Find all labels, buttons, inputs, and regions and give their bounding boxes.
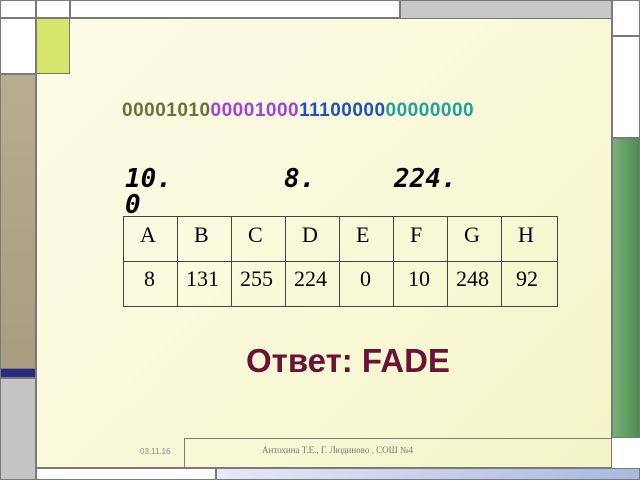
number-h: 92 (516, 266, 538, 291)
frame-green-block (36, 18, 70, 74)
table-cell: 92 (501, 261, 558, 307)
decimal-octet-3: 224. (394, 164, 457, 194)
letter-f: F (410, 222, 423, 247)
table-cell: 255 (231, 261, 286, 307)
table-cell: 224 (285, 261, 340, 307)
answer-text: Ответ: FADE (246, 342, 450, 379)
number-e: 0 (360, 266, 371, 291)
number-c: 255 (240, 266, 273, 291)
table-cell: F (393, 216, 448, 262)
number-b: 131 (186, 266, 219, 291)
table-cell: 10 (393, 261, 448, 307)
number-d: 224 (294, 266, 327, 291)
table-cell: B (177, 216, 232, 262)
frame-bottom-gradient-block (216, 468, 640, 480)
letter-b: B (194, 222, 209, 247)
table-cell: C (231, 216, 286, 262)
decimal-octet-1: 10.0 (125, 164, 172, 220)
letter-g: G (464, 222, 480, 247)
letter-h: H (518, 222, 534, 247)
table-cell: 0 (339, 261, 394, 307)
letter-a: A (140, 222, 156, 247)
binary-octet-4: 00000000 (385, 100, 475, 121)
letter-e: E (356, 222, 370, 247)
decimal-octet-2: 8. (284, 164, 316, 194)
table-cell: 248 (447, 261, 502, 307)
footer-date: 03.11.16 (140, 447, 171, 456)
frame-top-left-block (0, 0, 36, 18)
table-cell: E (339, 216, 394, 262)
table-row-letters: A B C D E F G H (123, 216, 558, 262)
frame-left-gray-block (0, 378, 36, 480)
binary-address-row: 00001010000010001110000000000000 (122, 100, 474, 122)
frame-right-green-block (612, 138, 640, 438)
table-cell: 8 (123, 261, 178, 307)
table-row-numbers: 8 131 255 224 0 10 248 92 (123, 261, 558, 307)
code-table: A B C D E F G H 8 131 255 224 0 10 248 9… (123, 216, 558, 307)
table-cell: H (501, 216, 558, 262)
number-g: 248 (456, 266, 489, 291)
frame-left-white-block-1 (0, 18, 36, 74)
number-a: 8 (144, 266, 155, 291)
table-cell: 131 (177, 261, 232, 307)
table-cell: A (123, 216, 178, 262)
binary-octet-1: 00001010 (122, 100, 211, 121)
frame-left-navy-strip (0, 368, 36, 378)
binary-octet-2: 00001000 (210, 100, 300, 121)
frame-top-white-block (70, 0, 400, 18)
table-cell: G (447, 216, 502, 262)
letter-d: D (302, 222, 318, 247)
frame-bottom-white-block (36, 468, 216, 480)
frame-top-right-white-block (612, 0, 640, 36)
footer-author: Антохина Т.Е., Г. Людиново , СОШ №4 (262, 445, 414, 455)
frame-top-strip (36, 0, 70, 18)
binary-octet-3: 11100000 (299, 100, 386, 121)
frame-left-tan-block (0, 74, 36, 370)
letter-c: C (248, 222, 263, 247)
table-cell: D (285, 216, 340, 262)
frame-right-white-block (612, 36, 640, 138)
number-f: 10 (408, 266, 430, 291)
